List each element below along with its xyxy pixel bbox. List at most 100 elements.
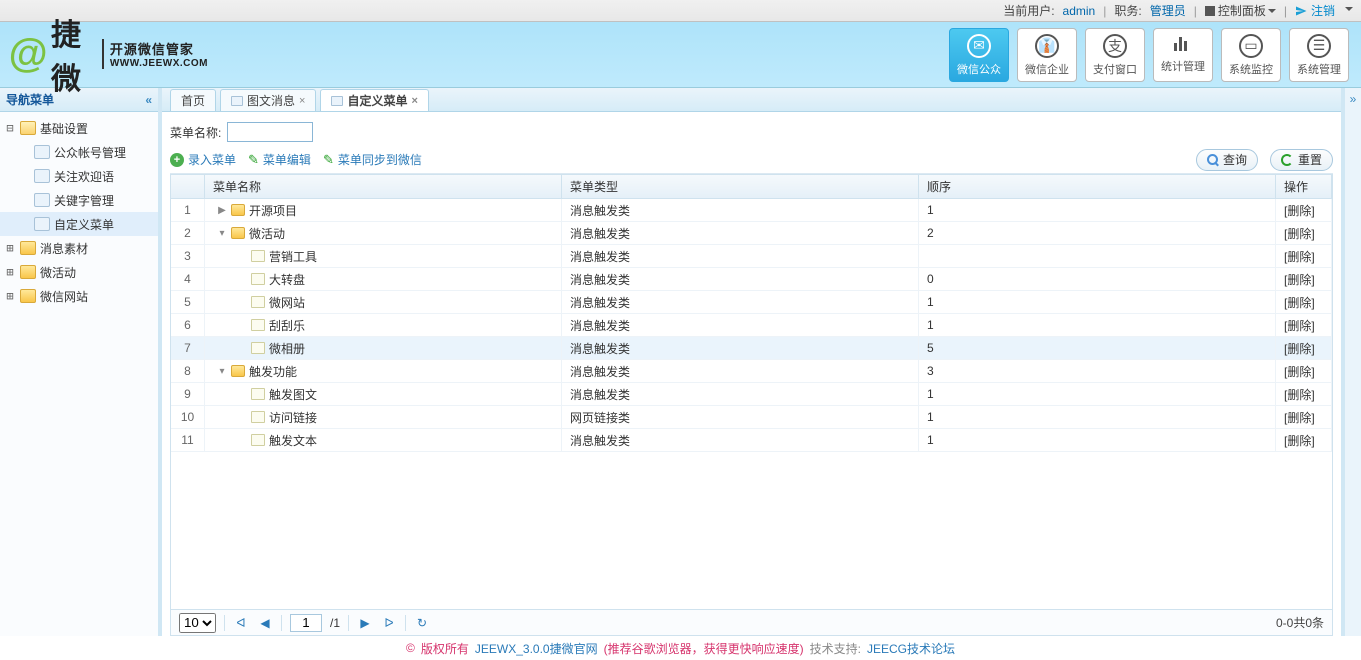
product-link[interactable]: JEEWX_3.0.0捷微官网	[475, 640, 598, 657]
sidebar-item[interactable]: 关键字管理	[0, 188, 158, 212]
table-row[interactable]: 7微相册消息触发类5[删除]	[171, 337, 1332, 360]
delete-link[interactable]: [删除]	[1284, 317, 1315, 334]
cell-type: 消息触发类	[562, 291, 919, 313]
menu-name-input[interactable]	[227, 122, 313, 142]
cell-op: [删除]	[1276, 314, 1332, 336]
sidebar-item[interactable]: ⊞ 消息素材	[0, 236, 158, 260]
nav-monitor-icon[interactable]: ▭系统监控	[1221, 28, 1281, 82]
page-size-select[interactable]: 10	[179, 613, 216, 633]
sidebar-item[interactable]: 关注欢迎语	[0, 164, 158, 188]
nav-settings-icon[interactable]: ☰ 系统管理	[1289, 28, 1349, 82]
col-order[interactable]: 顺序	[919, 175, 1276, 198]
cell-rownum: 9	[171, 383, 205, 405]
table-row[interactable]: 6刮刮乐消息触发类1[删除]	[171, 314, 1332, 337]
next-page-button[interactable]: ▶	[357, 616, 373, 630]
refresh-button[interactable]: ↻	[414, 616, 430, 630]
tree-toggle-icon[interactable]: ⊞	[4, 265, 16, 279]
collapse-left-icon[interactable]: «	[145, 93, 152, 107]
tree-toggle-icon[interactable]: ⊞	[4, 241, 16, 255]
tab-label: 首页	[181, 92, 205, 109]
cell-rownum: 3	[171, 245, 205, 267]
tab[interactable]: 自定义菜单×	[320, 89, 428, 111]
table-row[interactable]: 5微网站消息触发类1[删除]	[171, 291, 1332, 314]
sidebar-item[interactable]: 自定义菜单	[0, 212, 158, 236]
delete-link[interactable]: [删除]	[1284, 202, 1315, 219]
reset-button[interactable]: 重置	[1270, 149, 1333, 171]
first-page-button[interactable]: ᐊ	[233, 616, 249, 630]
cell-rownum: 6	[171, 314, 205, 336]
col-type[interactable]: 菜单类型	[562, 175, 919, 198]
nav-label: 微信企业	[1025, 61, 1069, 77]
table-row[interactable]: 8▾触发功能消息触发类3[删除]	[171, 360, 1332, 383]
expand-icon[interactable]: ▾	[217, 366, 227, 377]
support-link[interactable]: JEECG技术论坛	[867, 640, 955, 657]
logout-link[interactable]: 注销	[1295, 2, 1335, 19]
cell-type: 消息触发类	[562, 199, 919, 221]
col-name[interactable]: 菜单名称	[205, 175, 562, 198]
close-icon[interactable]: ×	[299, 95, 305, 107]
last-page-button[interactable]: ᐅ	[381, 616, 397, 630]
prev-page-button[interactable]: ◀	[257, 616, 273, 630]
tree-label: 自定义菜单	[54, 216, 114, 233]
cell-name: ▾微活动	[205, 222, 562, 244]
copyright-icon: ©	[406, 641, 415, 655]
current-role[interactable]: 管理员	[1150, 2, 1186, 19]
delete-link[interactable]: [删除]	[1284, 340, 1315, 357]
delete-link[interactable]: [删除]	[1284, 271, 1315, 288]
folder-icon	[20, 241, 36, 255]
nav-pay-icon[interactable]: 支支付窗口	[1085, 28, 1145, 82]
delete-link[interactable]: [删除]	[1284, 225, 1315, 242]
nav-label: 系统管理	[1297, 61, 1341, 77]
current-user[interactable]: admin	[1063, 4, 1096, 18]
table-row[interactable]: 2▾微活动消息触发类2[删除]	[171, 222, 1332, 245]
nav-wechat-icon[interactable]: ✉微信公众	[949, 28, 1009, 82]
file-icon	[251, 319, 265, 331]
cell-order: 3	[919, 360, 1276, 382]
sidebar-item[interactable]: ⊟基础设置	[0, 116, 158, 140]
tree-toggle-icon[interactable]: ⊟	[4, 121, 16, 135]
delete-link[interactable]: [删除]	[1284, 386, 1315, 403]
expand-icon[interactable]: ▾	[217, 228, 227, 239]
sidebar-item[interactable]: ⊞微活动	[0, 260, 158, 284]
page-input[interactable]	[290, 614, 322, 632]
table-row[interactable]: 10访问链接网页链接类1[删除]	[171, 406, 1332, 429]
close-icon[interactable]: ×	[411, 95, 417, 107]
nav-label: 支付窗口	[1093, 61, 1137, 77]
delete-link[interactable]: [删除]	[1284, 363, 1315, 380]
delete-link[interactable]: [删除]	[1284, 294, 1315, 311]
nav-stats-icon[interactable]: 统计管理	[1153, 28, 1213, 82]
tree-label: 消息素材	[40, 240, 88, 257]
sidebar-item[interactable]: ⊞微信网站	[0, 284, 158, 308]
delete-link[interactable]: [删除]	[1284, 432, 1315, 449]
nav-enterprise-icon[interactable]: 👔微信企业	[1017, 28, 1077, 82]
table-row[interactable]: 11触发文本消息触发类1[删除]	[171, 429, 1332, 452]
tab[interactable]: 首页	[170, 89, 216, 111]
cell-rownum: 5	[171, 291, 205, 313]
sidebar-item[interactable]: 公众帐号管理	[0, 140, 158, 164]
tab-content: 菜单名称: +录入菜单 ✎菜单编辑 ✎菜单同步到微信 查询 重置	[162, 112, 1341, 636]
tree-toggle-icon[interactable]: ⊞	[4, 289, 16, 303]
edit-menu-button[interactable]: ✎菜单编辑	[248, 151, 311, 168]
table-row[interactable]: 9触发图文消息触发类1[删除]	[171, 383, 1332, 406]
table-row[interactable]: 4大转盘消息触发类0[删除]	[171, 268, 1332, 291]
collapse-right-icon[interactable]: »	[1345, 88, 1361, 636]
cell-order: 1	[919, 429, 1276, 451]
settings-icon: ☰	[1307, 34, 1331, 58]
table-row[interactable]: 3营销工具消息触发类[删除]	[171, 245, 1332, 268]
chevron-down-icon[interactable]	[1345, 7, 1353, 15]
sync-menu-button[interactable]: ✎菜单同步到微信	[323, 151, 422, 168]
menu-name-label: 菜单名称:	[170, 124, 221, 141]
tree-label: 关注欢迎语	[54, 168, 114, 185]
reset-icon	[1281, 154, 1293, 166]
table-row[interactable]: 1▶开源项目消息触发类1[删除]	[171, 199, 1332, 222]
add-menu-button[interactable]: +录入菜单	[170, 151, 236, 168]
delete-link[interactable]: [删除]	[1284, 248, 1315, 265]
col-rownum	[171, 175, 205, 198]
delete-link[interactable]: [删除]	[1284, 409, 1315, 426]
page-icon	[331, 96, 343, 106]
tab[interactable]: 图文消息×	[220, 89, 316, 111]
expand-icon[interactable]: ▶	[217, 205, 227, 216]
search-button[interactable]: 查询	[1196, 149, 1258, 171]
tabbar: 首页图文消息×自定义菜单×	[162, 88, 1341, 112]
control-panel-link[interactable]: 控制面板	[1205, 2, 1276, 19]
